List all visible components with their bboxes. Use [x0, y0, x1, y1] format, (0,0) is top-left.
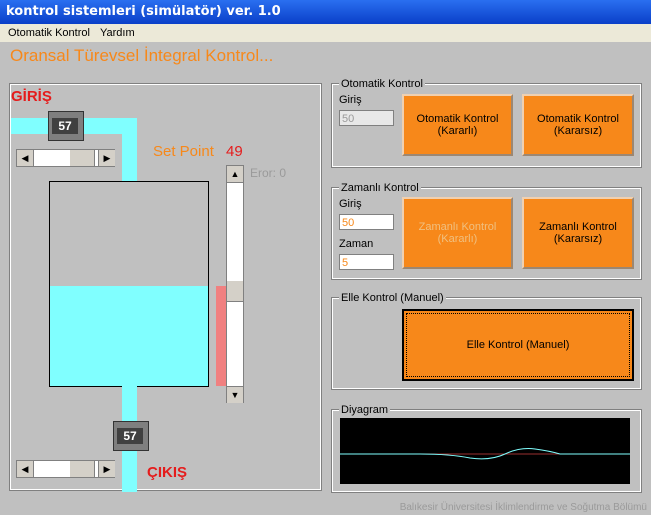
scroll-left-icon[interactable]: ◀ — [17, 150, 34, 166]
zamanli-giris-input[interactable]: 50 — [339, 214, 394, 230]
setpoint-value: 49 — [226, 143, 243, 160]
outlet-pump-value: 57 — [117, 428, 143, 444]
group-title: Otomatik Kontrol — [339, 78, 425, 90]
diagram-plot — [340, 418, 630, 484]
giris-label: GİRİŞ — [11, 88, 52, 105]
scroll-thumb[interactable] — [227, 280, 243, 302]
inlet-pump: 57 — [48, 111, 84, 141]
zamanli-kararsiz-button[interactable]: Zamanlı Kontrol (Kararsız) — [522, 197, 634, 269]
cikis-label: ÇIKIŞ — [147, 464, 188, 481]
menu-otomatik-kontrol[interactable]: Otomatik Kontrol — [8, 27, 90, 39]
otomatik-kararli-button[interactable]: Otomatik Kontrol (Kararlı) — [402, 94, 513, 156]
zamanli-giris-label: Giriş — [339, 198, 362, 210]
zamanli-zaman-input[interactable]: 5 — [339, 254, 394, 270]
group-title: Zamanlı Kontrol — [339, 182, 421, 194]
scroll-right-icon[interactable]: ▶ — [98, 150, 115, 166]
setpoint-label: Set Point — [153, 143, 214, 160]
scroll-down-icon[interactable]: ▼ — [227, 386, 243, 403]
page-heading: Oransal Türevsel İntegral Kontrol... — [10, 46, 274, 65]
scroll-left-icon[interactable]: ◀ — [17, 461, 34, 477]
tank-water — [50, 286, 208, 386]
group-title: Elle Kontrol (Manuel) — [339, 292, 446, 304]
window-title: kontrol sistemleri (simülatör) ver. 1.0 — [6, 4, 281, 19]
inlet-scrollbar[interactable]: ◀ ▶ — [16, 149, 115, 167]
otomatik-giris-input[interactable]: 50 — [339, 110, 394, 126]
title-bar: kontrol sistemleri (simülatör) ver. 1.0 — [0, 0, 651, 24]
group-title: Diyagram — [339, 404, 391, 416]
zamanli-kararli-button[interactable]: Zamanlı Kontrol (Kararlı) — [402, 197, 513, 269]
footer-credit: Balıkesir Üniversitesi İklimlendirme ve … — [399, 502, 647, 513]
scroll-right-icon[interactable]: ▶ — [98, 461, 115, 477]
menu-bar: Otomatik Kontrol Yardım — [0, 24, 651, 42]
outlet-scrollbar[interactable]: ◀ ▶ — [16, 460, 115, 478]
elle-kontrol-button[interactable]: Elle Kontrol (Manuel) — [402, 309, 634, 381]
outlet-pump: 57 — [113, 421, 149, 451]
scroll-thumb[interactable] — [69, 150, 95, 166]
inlet-pump-value: 57 — [52, 118, 78, 134]
scroll-thumb[interactable] — [69, 461, 95, 477]
level-bar — [216, 286, 226, 386]
otomatik-kararsiz-button[interactable]: Otomatik Kontrol (Kararsız) — [522, 94, 634, 156]
zamanli-zaman-label: Zaman — [339, 238, 374, 250]
setpoint-scrollbar[interactable]: ▲ ▼ — [226, 165, 244, 403]
menu-yardim[interactable]: Yardım — [100, 27, 135, 39]
error-text: Eror: 0 — [250, 166, 287, 180]
otomatik-giris-label: Giriş — [339, 94, 362, 106]
scroll-up-icon[interactable]: ▲ — [227, 166, 243, 183]
